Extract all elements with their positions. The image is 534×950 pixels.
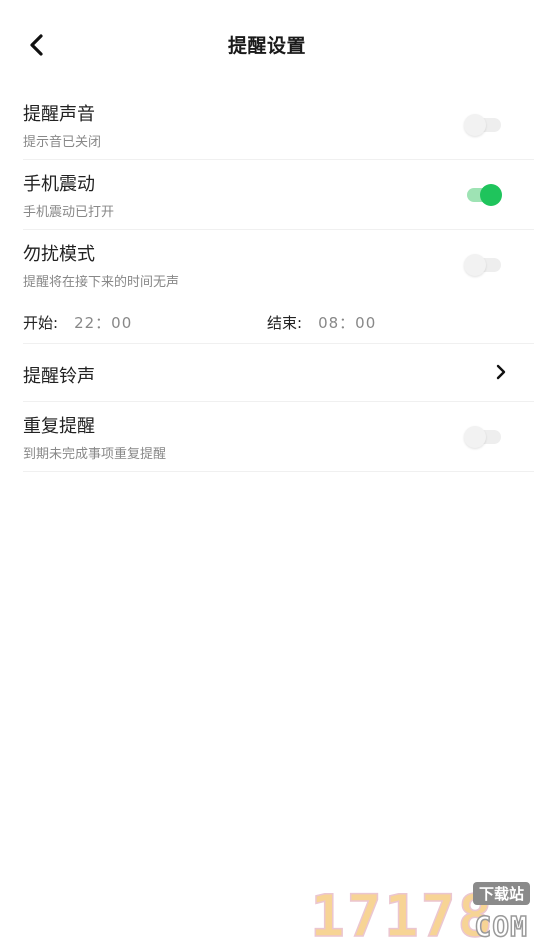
start-label: 开始: <box>23 314 59 332</box>
dnd-start-time[interactable]: 开始: 22：00 <box>23 312 132 333</box>
settings-list: 提醒声音 提示音已关闭 手机震动 手机震动已打开 勿扰模式 提醒将在接下来的时间… <box>23 90 534 472</box>
watermark-number: 17178 <box>309 882 495 950</box>
watermark-domain: COM <box>474 909 528 944</box>
setting-title: 手机震动 <box>23 174 95 195</box>
setting-row-vibration: 手机震动 手机震动已打开 <box>23 160 534 230</box>
setting-subtitle: 到期未完成事项重复提醒 <box>23 447 167 462</box>
setting-title: 提醒声音 <box>23 104 95 125</box>
setting-subtitle: 手机震动已打开 <box>23 205 115 220</box>
chevron-right-icon <box>496 364 506 380</box>
toggle-knob <box>464 426 486 448</box>
repeat-toggle[interactable] <box>464 426 504 448</box>
dnd-toggle[interactable] <box>464 254 504 276</box>
toggle-knob <box>480 184 502 206</box>
setting-row-sound: 提醒声音 提示音已关闭 <box>23 90 534 160</box>
setting-row-repeat: 重复提醒 到期未完成事项重复提醒 <box>23 402 534 472</box>
dnd-time-row: 开始: 22：00 结束: 08：00 <box>23 300 534 344</box>
site-watermark: 17178 下载站 COM <box>304 880 534 950</box>
vibration-toggle[interactable] <box>464 184 504 206</box>
setting-row-ringtone[interactable]: 提醒铃声 <box>23 344 534 402</box>
sound-toggle[interactable] <box>464 114 504 136</box>
setting-title: 提醒铃声 <box>23 366 95 387</box>
watermark-badge: 下载站 <box>472 882 530 905</box>
setting-title: 勿扰模式 <box>23 244 95 265</box>
top-bar: 提醒设置 <box>0 0 534 90</box>
toggle-knob <box>464 254 486 276</box>
page-title: 提醒设置 <box>227 35 306 57</box>
end-label: 结束: <box>267 314 303 332</box>
setting-subtitle: 提示音已关闭 <box>23 135 102 150</box>
setting-subtitle: 提醒将在接下来的时间无声 <box>23 275 180 290</box>
start-value: 22：00 <box>74 314 133 332</box>
dnd-end-time[interactable]: 结束: 08：00 <box>267 312 376 333</box>
end-value: 08：00 <box>318 314 377 332</box>
toggle-knob <box>464 114 486 136</box>
setting-row-dnd: 勿扰模式 提醒将在接下来的时间无声 <box>23 230 534 300</box>
setting-title: 重复提醒 <box>23 416 95 437</box>
